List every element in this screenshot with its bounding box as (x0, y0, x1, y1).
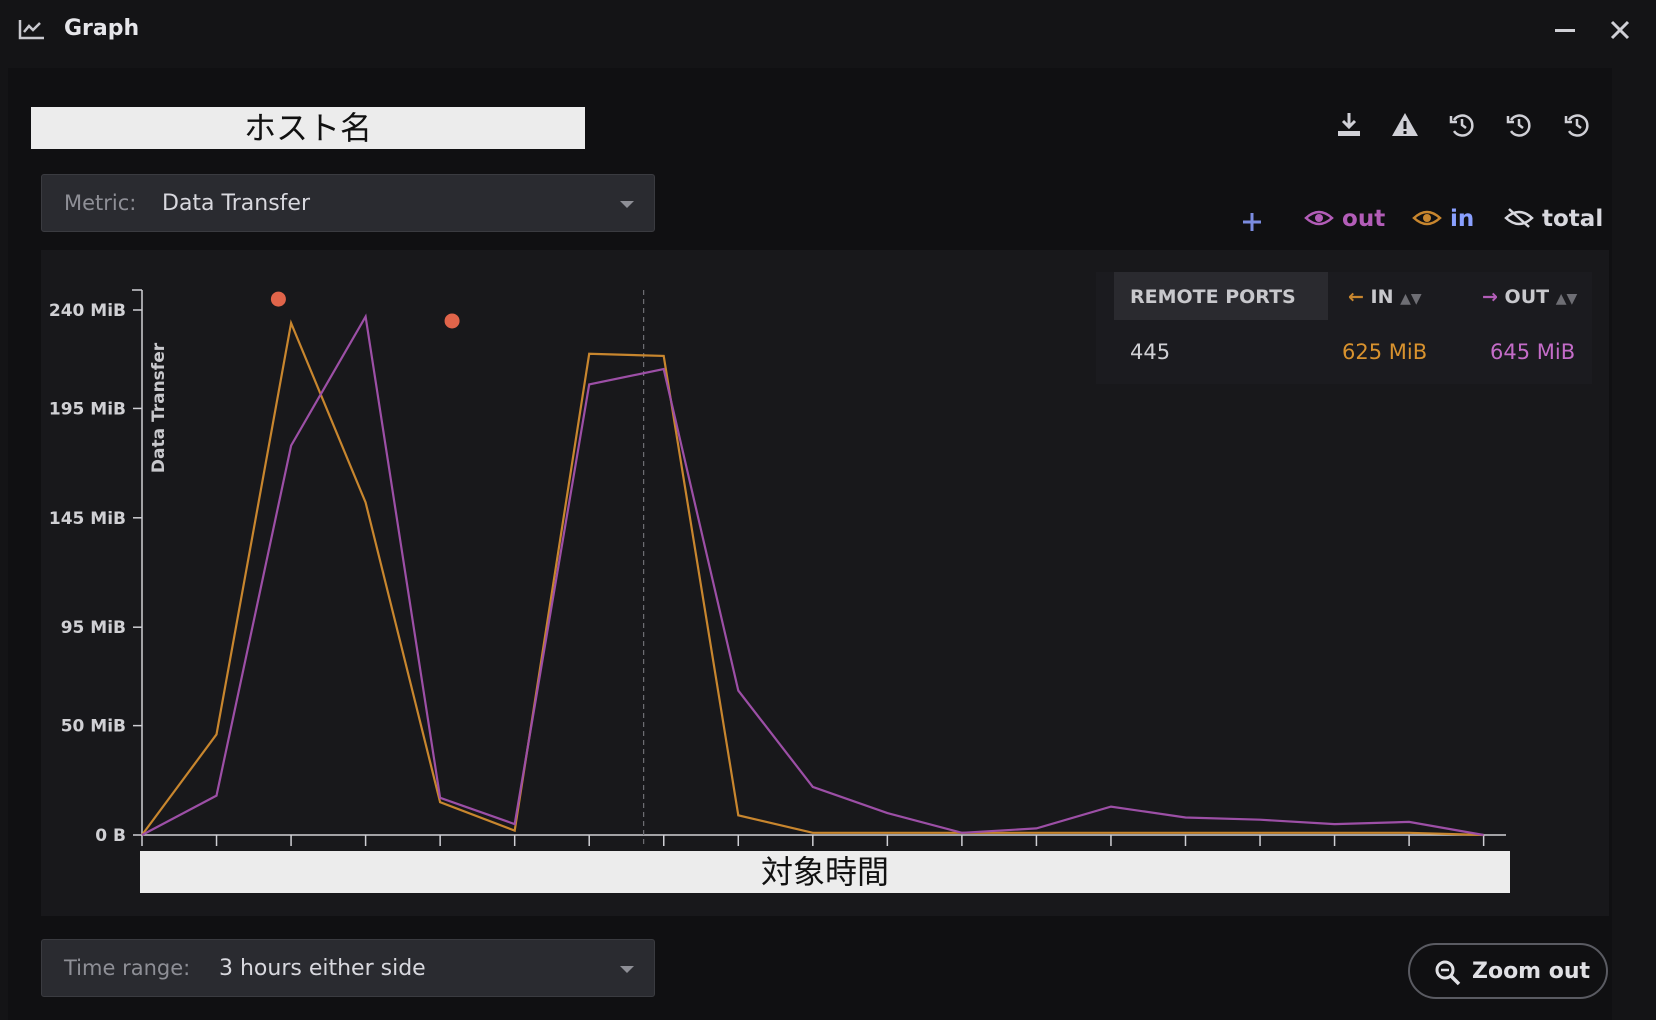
zoom-out-icon (1435, 960, 1461, 986)
column-header-label: IN (1370, 286, 1394, 308)
zoom-out-label: Zoom out (1472, 959, 1591, 984)
arrow-left-icon: ← (1348, 286, 1364, 308)
table-cell-in: 625 MiB (1342, 340, 1428, 364)
column-header-label: OUT (1504, 286, 1550, 308)
history-icon[interactable] (1502, 108, 1536, 142)
close-icon[interactable] (1604, 14, 1636, 46)
time-range-select-label: Time range: (64, 956, 191, 980)
column-header-ports[interactable]: REMOTE PORTS (1114, 272, 1328, 320)
metric-select[interactable]: Metric: Data Transfer (41, 174, 655, 232)
eye-icon (1304, 210, 1334, 226)
time-range-select[interactable]: Time range: 3 hours either side (41, 939, 655, 997)
legend-item-total[interactable]: total (1504, 206, 1603, 232)
series-line-in (141, 319, 1484, 837)
column-header-in[interactable]: ← IN ▲▼ (1348, 272, 1458, 320)
legend-item-in[interactable]: in (1412, 206, 1474, 232)
series-line-out (141, 313, 1484, 837)
legend-label: total (1542, 206, 1604, 232)
series-lines (141, 313, 1484, 837)
y-axis-label: Data Transfer (149, 342, 169, 473)
table-cell-out: 645 MiB (1490, 340, 1576, 364)
history-icon[interactable] (1445, 108, 1479, 142)
column-header-label: REMOTE PORTS (1130, 286, 1296, 308)
title-bar: Graph (0, 0, 1656, 62)
alert-markers (270, 291, 460, 329)
remote-ports-table: REMOTE PORTS ← IN ▲▼ → OUT ▲▼ 445 625 Mi… (1096, 272, 1592, 384)
chart-icon (18, 20, 44, 40)
y-tick-label: 95 MiB (61, 618, 126, 638)
time-range-select-value: 3 hours either side (219, 956, 426, 981)
y-tick-label: 240 MiB (49, 301, 126, 321)
host-name-label: ホスト名 (31, 107, 585, 149)
y-axis: 0 B 50 MiB 95 MiB 145 MiB 195 MiB 240 MiB (49, 289, 143, 846)
minimize-icon[interactable] (1549, 14, 1581, 46)
y-tick-label: 195 MiB (49, 399, 126, 419)
legend-item-out[interactable]: out (1304, 206, 1385, 232)
eye-icon (1412, 210, 1442, 226)
sort-icon: ▲▼ (1400, 291, 1422, 307)
chevron-down-icon (620, 201, 634, 208)
legend-label: in (1450, 206, 1475, 232)
warning-icon[interactable] (1388, 108, 1422, 142)
alert-marker (444, 313, 460, 329)
window-title: Graph (64, 16, 140, 41)
plus-icon[interactable] (1240, 210, 1264, 234)
sort-icon: ▲▼ (1555, 291, 1578, 307)
arrow-right-icon: → (1482, 286, 1498, 308)
column-header-out[interactable]: → OUT ▲▼ (1482, 272, 1592, 320)
eye-off-icon (1504, 208, 1534, 228)
download-icon[interactable] (1332, 108, 1366, 142)
table-cell-port: 445 (1130, 340, 1171, 364)
metric-select-label: Metric: (64, 191, 137, 215)
chevron-down-icon (620, 966, 634, 973)
legend-label: out (1342, 206, 1386, 232)
history-icon[interactable] (1560, 108, 1594, 142)
metric-select-value: Data Transfer (162, 191, 310, 216)
zoom-out-button[interactable]: Zoom out (1408, 943, 1608, 999)
x-axis-label: 対象時間 (140, 851, 1510, 893)
alert-marker (270, 291, 286, 307)
y-tick-label: 145 MiB (49, 509, 126, 529)
y-tick-label: 50 MiB (61, 717, 126, 737)
x-axis (141, 834, 1506, 846)
y-tick-label: 0 B (95, 826, 126, 846)
